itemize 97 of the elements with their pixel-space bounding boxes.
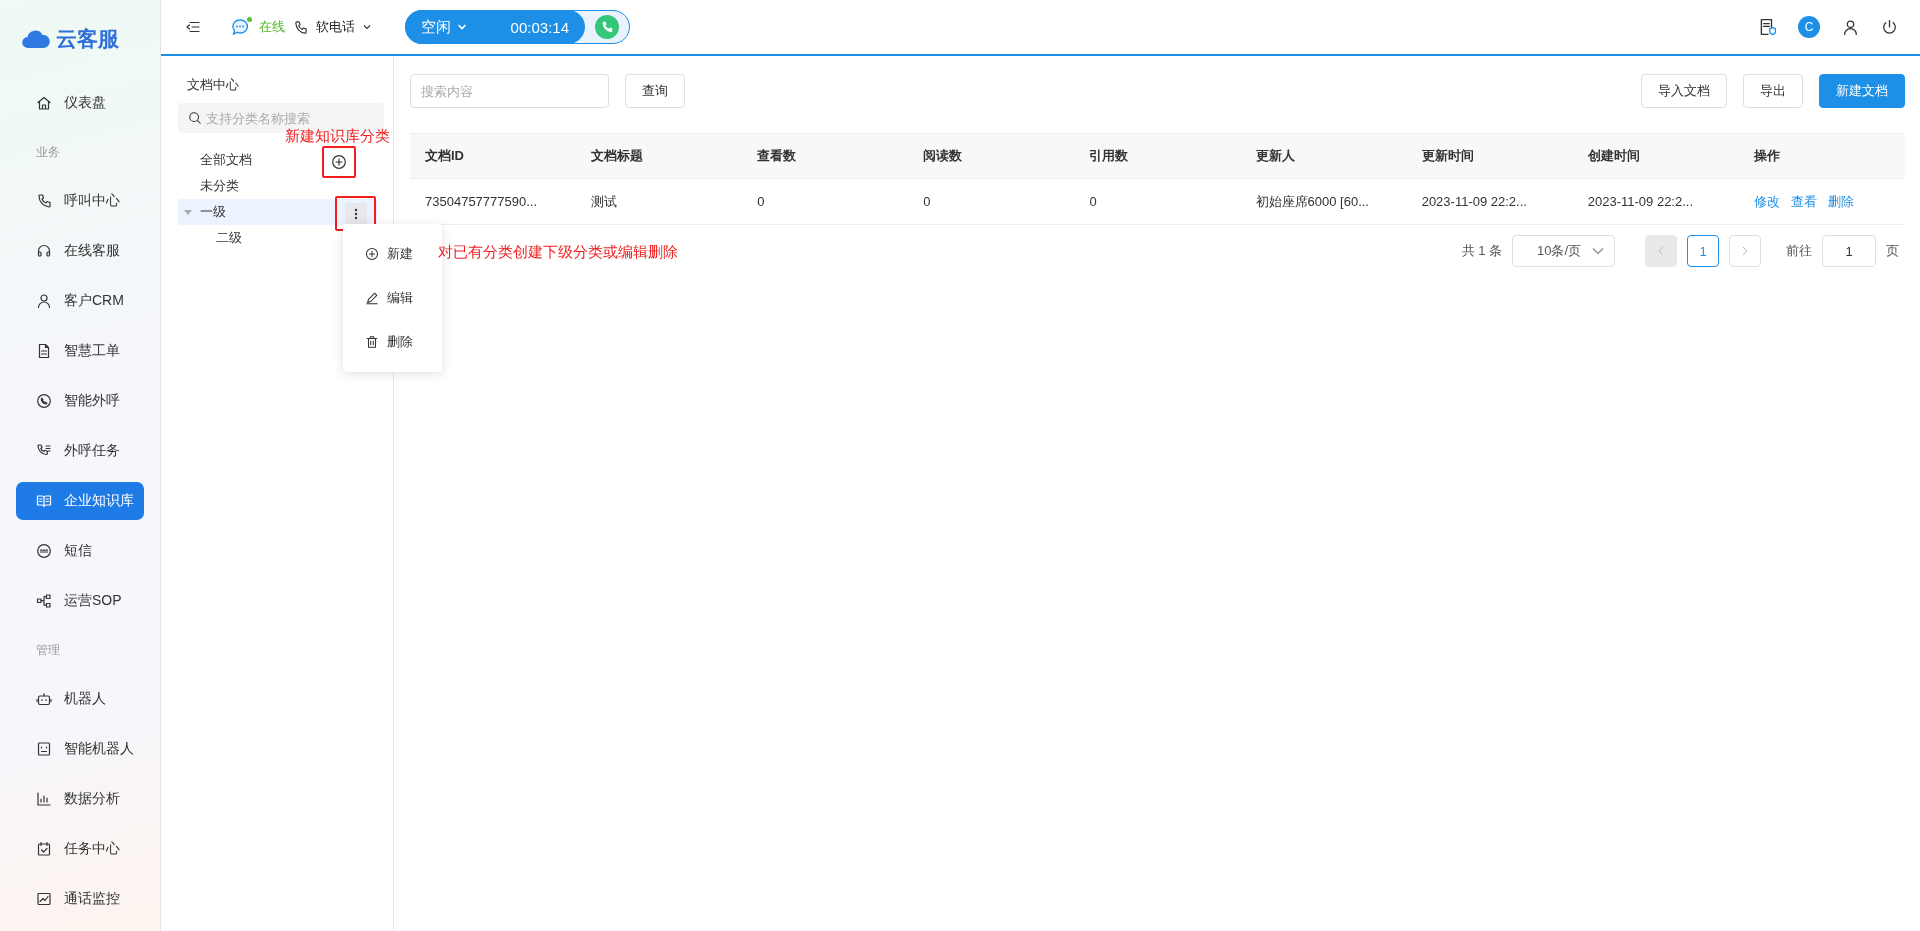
column-header: 查看数 bbox=[742, 133, 909, 179]
user-icon bbox=[1842, 18, 1859, 36]
headset-icon bbox=[36, 243, 52, 259]
column-header: 引用数 bbox=[1074, 133, 1241, 179]
nav-section-label: 管理 bbox=[35, 641, 61, 659]
nav-item[interactable]: 机器人 bbox=[16, 680, 144, 718]
column-header: 文档ID bbox=[410, 133, 577, 179]
nav-item[interactable]: 任务中心 bbox=[16, 830, 144, 868]
nav-item[interactable]: 智慧工单 bbox=[16, 332, 144, 370]
chevron-down-icon bbox=[363, 24, 371, 30]
phone-icon bbox=[293, 19, 308, 35]
document-icon bbox=[36, 343, 52, 359]
row-action-link[interactable]: 删除 bbox=[1827, 193, 1854, 209]
toolbar-button[interactable]: 导入文档 bbox=[1641, 74, 1727, 108]
nav-item[interactable]: 企业知识库 bbox=[16, 482, 144, 520]
nav-item[interactable]: 在线客服 bbox=[16, 232, 144, 270]
table-cell: 0 bbox=[1074, 178, 1241, 225]
tree-item-label: 全部文档 bbox=[200, 151, 252, 169]
nav-item[interactable]: 仪表盘 bbox=[16, 84, 144, 122]
tree-item-label: 二级 bbox=[216, 229, 242, 247]
call-button[interactable] bbox=[595, 15, 619, 39]
calendar-check-icon bbox=[36, 841, 52, 857]
tree-row[interactable]: 全部文档 bbox=[178, 147, 377, 173]
chat-bubble-icon bbox=[231, 18, 251, 36]
column-header: 文档标题 bbox=[576, 133, 743, 179]
toolbar-button[interactable]: 导出 bbox=[1743, 74, 1803, 108]
tree-item-label: 一级 bbox=[200, 203, 226, 221]
nav-item[interactable]: 客户CRM bbox=[16, 282, 144, 320]
query-button[interactable]: 查询 bbox=[625, 74, 685, 108]
table-cell: 73504757777590... bbox=[410, 178, 577, 225]
table-cell: 2023-11-09 22:2... bbox=[1406, 178, 1573, 225]
nav-section-label: 业务 bbox=[35, 143, 61, 161]
add-circle-icon bbox=[365, 247, 379, 261]
next-page-button[interactable] bbox=[1729, 235, 1761, 267]
chevron-down-icon bbox=[1592, 247, 1604, 255]
nav-item[interactable]: 数据分析 bbox=[16, 780, 144, 818]
phone-icon bbox=[36, 193, 52, 209]
nav-item[interactable]: 运营SOP bbox=[16, 582, 144, 620]
pencil-icon bbox=[365, 291, 379, 305]
goto-page-field[interactable]: 1 bbox=[1822, 235, 1876, 267]
more-vertical-icon bbox=[353, 207, 358, 220]
page-suffix: 页 bbox=[1886, 242, 1899, 260]
column-header: 更新时间 bbox=[1406, 133, 1573, 179]
softphone-dropdown[interactable]: 软电话 bbox=[316, 18, 355, 36]
column-header: 更新人 bbox=[1240, 133, 1407, 179]
column-header: 阅读数 bbox=[908, 133, 1075, 179]
menu-fold-icon bbox=[185, 19, 201, 35]
nav-item[interactable]: 通话监控 bbox=[16, 880, 144, 918]
tree-row[interactable]: 未分类 bbox=[178, 173, 377, 199]
caret-icon[interactable] bbox=[184, 208, 192, 216]
table-cell: 初始座席6000 [60... bbox=[1240, 178, 1407, 225]
nav-item[interactable]: 智能机器人 bbox=[16, 730, 144, 768]
nav-item[interactable]: 呼叫中心 bbox=[16, 182, 144, 220]
row-action-link[interactable]: 修改 bbox=[1753, 193, 1780, 209]
table-cell: 0 bbox=[742, 178, 909, 225]
cloud-logo-icon bbox=[22, 29, 50, 49]
online-dot bbox=[247, 17, 252, 22]
column-header: 创建时间 bbox=[1572, 133, 1739, 179]
table-cell: 0 bbox=[908, 178, 1075, 225]
nav-item[interactable]: 外呼任务 bbox=[16, 432, 144, 470]
bar-chart-icon bbox=[36, 791, 52, 807]
column-header: 操作 bbox=[1738, 133, 1905, 179]
chevron-right-icon bbox=[1742, 246, 1748, 256]
menu-item[interactable]: 编辑 bbox=[343, 276, 442, 320]
call-timer: 00:03:14 bbox=[510, 18, 569, 36]
table-cell: 2023-11-09 22:2... bbox=[1572, 178, 1739, 225]
add-circle-icon bbox=[331, 154, 347, 170]
annotation-text: 对已有分类创建下级分类或编辑删除 bbox=[438, 243, 678, 262]
chat-phone-icon bbox=[36, 393, 52, 409]
tree-item-label: 未分类 bbox=[200, 177, 239, 195]
row-action-link[interactable]: 查看 bbox=[1790, 193, 1817, 209]
table-cell: 测试 bbox=[576, 178, 743, 225]
robot-icon bbox=[36, 691, 52, 707]
flow-icon bbox=[36, 593, 52, 609]
goto-label: 前往 bbox=[1786, 242, 1812, 260]
menu-item[interactable]: 删除 bbox=[343, 320, 442, 364]
line-chart-icon bbox=[36, 891, 52, 907]
power-icon bbox=[1881, 18, 1898, 36]
nav-item[interactable]: 短信 bbox=[16, 532, 144, 570]
face-icon bbox=[36, 741, 52, 757]
search-icon bbox=[188, 111, 202, 125]
user-icon bbox=[36, 293, 52, 309]
chevron-down-icon bbox=[457, 23, 467, 31]
home-icon bbox=[36, 95, 52, 111]
panel-title: 文档中心 bbox=[186, 76, 240, 94]
book-icon bbox=[36, 493, 52, 509]
total-count: 共 1 条 bbox=[1461, 242, 1502, 260]
brand-name: 云客服 bbox=[56, 26, 119, 52]
trash-icon bbox=[365, 335, 379, 349]
search-field[interactable]: 搜索内容 bbox=[410, 74, 609, 108]
page-number[interactable]: 1 bbox=[1687, 235, 1719, 267]
chevron-left-icon bbox=[1658, 246, 1664, 256]
document-shield-icon bbox=[1758, 18, 1776, 36]
phone-icon bbox=[600, 20, 614, 34]
nav-item[interactable]: 智能外呼 bbox=[16, 382, 144, 420]
page-size-select[interactable]: 10条/页 bbox=[1512, 235, 1615, 267]
online-status: 在线 bbox=[259, 18, 285, 36]
